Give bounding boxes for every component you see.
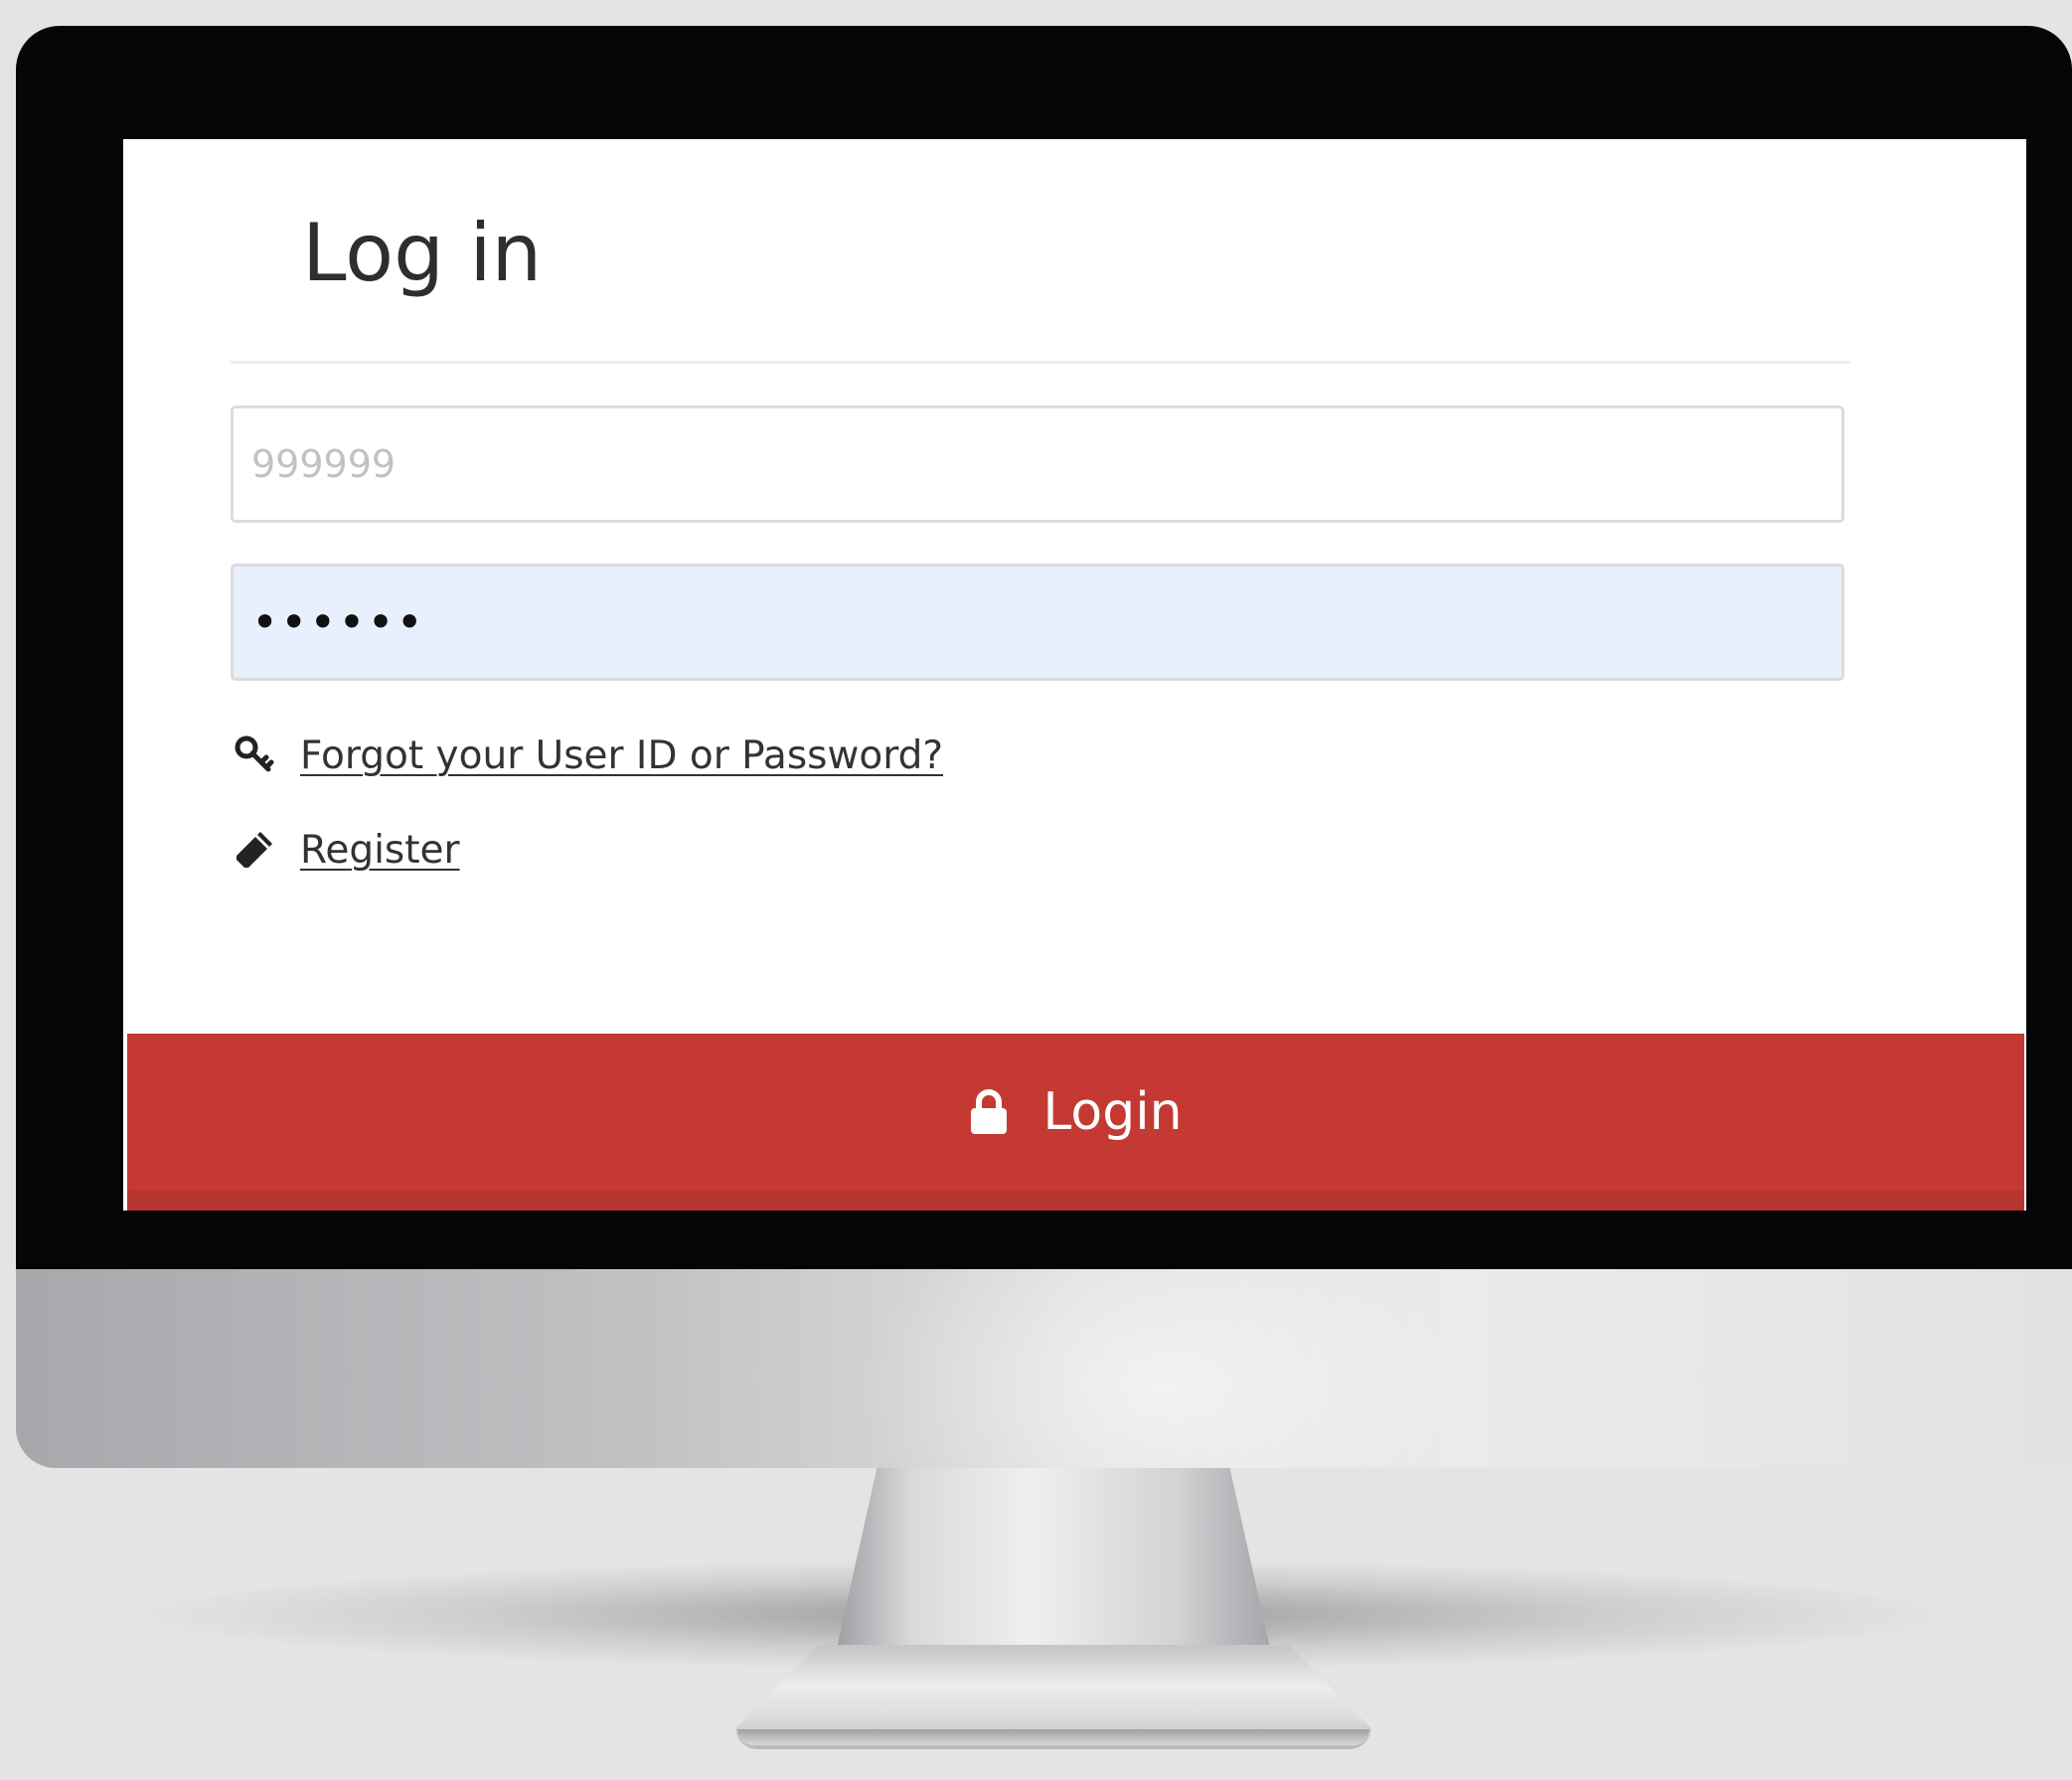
login-button-label: Login <box>1042 1082 1183 1142</box>
monitor-chin <box>16 1257 2072 1468</box>
login-screen: Log in Forgot your User ID or Password? <box>123 139 2026 1211</box>
page-title: Log in <box>302 207 543 299</box>
password-input[interactable] <box>231 564 1844 681</box>
userid-input[interactable] <box>231 405 1844 523</box>
lock-icon <box>969 1089 1009 1135</box>
pencil-icon <box>231 826 278 874</box>
key-icon <box>231 731 278 779</box>
register-link[interactable]: Register <box>231 820 460 880</box>
login-button[interactable]: Login <box>127 1034 2024 1211</box>
monitor-stand-base-edge <box>737 1729 1369 1745</box>
register-label[interactable]: Register <box>300 828 460 873</box>
forgot-credentials-link[interactable]: Forgot your User ID or Password? <box>231 726 943 785</box>
title-divider <box>231 361 1850 364</box>
monitor-bezel: Log in Forgot your User ID or Password? <box>16 26 2072 1269</box>
forgot-credentials-label[interactable]: Forgot your User ID or Password? <box>300 733 943 778</box>
